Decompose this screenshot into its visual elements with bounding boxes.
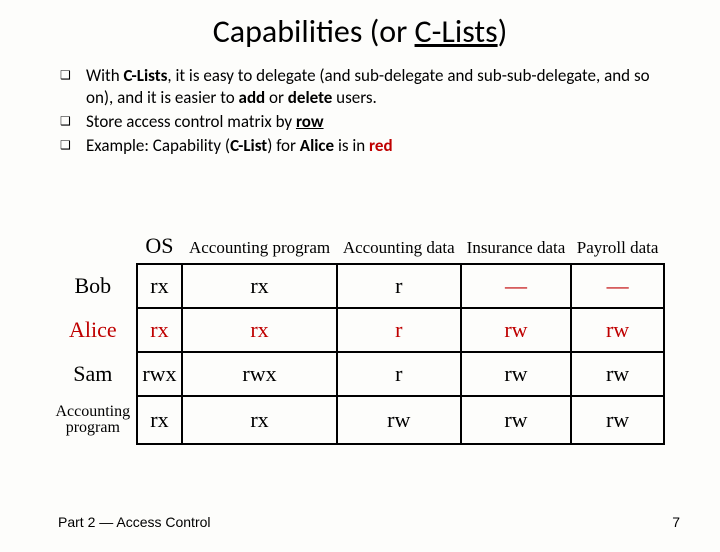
bullet-list: ❑ With C-Lists, it is easy to delegate (… [60, 65, 680, 157]
table-cell: r [337, 308, 461, 352]
table-cell: r [337, 352, 461, 396]
page-number: 7 [672, 514, 680, 530]
column-header: OS [137, 230, 183, 264]
bullet-item: ❑ Store access control matrix by row [60, 111, 680, 133]
bullet-marker-icon: ❑ [60, 135, 86, 157]
bullet-item: ❑ With C-Lists, it is easy to delegate (… [60, 65, 680, 109]
row-label: Bob [50, 264, 137, 308]
corner-cell [50, 230, 137, 264]
bullet-text: With C-Lists, it is easy to delegate (an… [86, 65, 680, 109]
table-cell: rx [182, 396, 336, 444]
column-header: Accounting data [337, 230, 461, 264]
column-header: Accounting program [182, 230, 336, 264]
table-cell: rx [182, 264, 336, 308]
bullet-item: ❑ Example: Capability (C-List) for Alice… [60, 135, 680, 157]
table-cell: rx [137, 396, 183, 444]
table-cell: — [571, 264, 664, 308]
table-cell: rw [571, 396, 664, 444]
table-cell: rx [137, 264, 183, 308]
bullet-marker-icon: ❑ [60, 111, 86, 133]
bullet-text: Example: Capability (C-List) for Alice i… [86, 135, 680, 157]
bullet-text: Store access control matrix by row [86, 111, 680, 133]
table-cell: rx [137, 308, 183, 352]
table-cell: rw [461, 396, 571, 444]
table-cell: rw [571, 308, 664, 352]
table-cell: rw [461, 352, 571, 396]
bullet-marker-icon: ❑ [60, 65, 86, 109]
slide-title: Capabilities (or C-Lists) [0, 12, 720, 51]
table-cell: rx [182, 308, 336, 352]
column-header: Insurance data [461, 230, 571, 264]
table-row: Accountingprogramrxrxrwrwrw [50, 396, 664, 444]
table-cell: r [337, 264, 461, 308]
table-cell: rw [337, 396, 461, 444]
row-label: Accountingprogram [50, 396, 137, 444]
row-label: Alice [50, 308, 137, 352]
table-row: Alicerxrxrrwrw [50, 308, 664, 352]
table-cell: — [461, 264, 571, 308]
footer-left: Part 2 — Access Control [58, 514, 211, 530]
row-label: Sam [50, 352, 137, 396]
table-cell: rwx [182, 352, 336, 396]
table-row: Bobrxrxr—— [50, 264, 664, 308]
access-matrix-table: OS Accounting program Accounting data In… [50, 230, 665, 445]
table-cell: rw [571, 352, 664, 396]
column-header: Payroll data [571, 230, 664, 264]
table-row: Samrwxrwxrrwrw [50, 352, 664, 396]
table-cell: rwx [137, 352, 183, 396]
table-cell: rw [461, 308, 571, 352]
